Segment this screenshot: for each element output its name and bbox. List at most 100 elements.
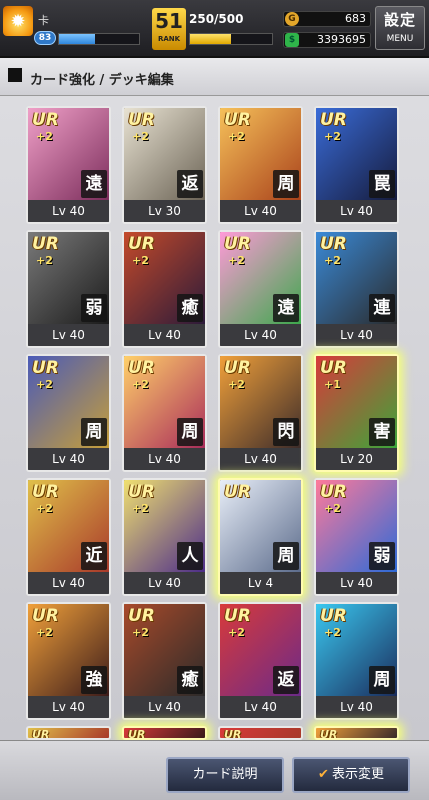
screen-title-bar: カード強化 / デッキ編集 — [0, 58, 429, 96]
card-slot[interactable]: UR +2 強 Lv 40 — [26, 602, 111, 720]
card-level: Lv 40 — [316, 696, 397, 718]
gold-coin-icon: G — [285, 12, 299, 26]
card-skill-kanji: 弱 — [369, 542, 395, 570]
card-rarity: UR — [224, 234, 251, 254]
card-rarity: UR — [128, 358, 155, 378]
display-change-button[interactable]: ✔ 表示変更 — [292, 757, 410, 793]
card-plus-value: +2 — [228, 626, 245, 639]
card-level: Lv 40 — [220, 200, 301, 222]
menu-label: MENU — [386, 34, 414, 44]
rank-number: 51 — [155, 9, 183, 33]
cash-counter: $ 3393695 — [283, 32, 371, 48]
card-slot[interactable]: UR +2 周 Lv 40 — [314, 602, 399, 720]
card-level: Lv 4 — [220, 572, 301, 594]
card-rarity: UR — [320, 110, 347, 130]
card-skill-kanji: 人 — [177, 542, 203, 570]
card-slot[interactable]: UR +2 人 Lv 40 — [122, 478, 207, 596]
card-rarity: UR — [224, 110, 251, 130]
card-plus-value: +2 — [36, 626, 53, 639]
card-rarity: UR — [32, 358, 59, 378]
card-slot[interactable]: UR +2 周 Lv 40 — [26, 354, 111, 472]
card-skill-kanji: 閃 — [273, 418, 299, 446]
card-rarity: UR — [320, 358, 347, 378]
card-rarity: UR — [320, 606, 347, 626]
card-rarity: UR — [224, 606, 251, 626]
card-slot[interactable]: UR +2 近 Lv 40 — [26, 478, 111, 596]
card-rarity: UR — [32, 482, 59, 502]
card-plus-value: +2 — [36, 378, 53, 391]
status-header: ✹ 卡 83 51 RANK 250/500 G 683 $ 3393695 設… — [0, 0, 429, 58]
card-plus-value: +2 — [228, 130, 245, 143]
card-slot[interactable]: UR 周 Lv 4 — [218, 478, 303, 596]
card-slot[interactable]: UR +1 害 Lv 20 — [314, 354, 399, 472]
card-skill-kanji: 癒 — [177, 294, 203, 322]
card-skill-kanji: 罠 — [369, 170, 395, 198]
card-rarity: UR — [320, 482, 347, 502]
card-plus-value: +2 — [132, 130, 149, 143]
menu-kanji: 設定 — [383, 11, 416, 29]
card-description-button[interactable]: カード説明 — [166, 757, 284, 793]
card-plus-value: +2 — [324, 502, 341, 515]
menu-button[interactable]: 設定 MENU — [375, 6, 425, 50]
card-grid[interactable]: UR +2 遠 Lv 40 UR +2 返 Lv 30 UR +2 周 Lv 40 UR +2 罠 Lv 40… — [0, 96, 429, 740]
card-slot[interactable]: UR +2 遠 Lv 40 — [218, 230, 303, 348]
card-skill-kanji: 周 — [369, 666, 395, 694]
card-level: Lv 40 — [28, 200, 109, 222]
exp-bar-fill — [59, 34, 95, 44]
card-level: Lv 40 — [28, 448, 109, 470]
card-slot[interactable]: UR +2 周 Lv 40 — [122, 354, 207, 472]
card-level: Lv 40 — [124, 696, 205, 718]
card-rarity: UR — [128, 606, 155, 626]
gold-counter: G 683 — [283, 11, 371, 27]
gold-value: 683 — [345, 12, 366, 25]
card-skill-kanji: 遠 — [273, 294, 299, 322]
card-skill-kanji: 連 — [369, 294, 395, 322]
card-plus-value: +2 — [324, 626, 341, 639]
card-skill-kanji: 周 — [273, 542, 299, 570]
card-slot[interactable]: UR +2 閃 Lv 40 — [218, 354, 303, 472]
player-level-badge: 83 — [34, 31, 56, 45]
card-skill-kanji: 返 — [273, 666, 299, 694]
card-skill-kanji: 弱 — [81, 294, 107, 322]
bottom-action-bar: カード説明 ✔ 表示変更 — [0, 740, 429, 800]
card-slot[interactable]: UR +2 返 Lv 40 — [218, 602, 303, 720]
card-slot-partial[interactable]: UR — [26, 726, 111, 740]
card-slot[interactable]: UR +2 癒 Lv 40 — [122, 602, 207, 720]
card-slot[interactable]: UR +2 遠 Lv 40 — [26, 106, 111, 224]
card-level: Lv 40 — [124, 572, 205, 594]
card-level: Lv 40 — [220, 448, 301, 470]
card-slot[interactable]: UR +2 癒 Lv 40 — [122, 230, 207, 348]
cash-value: 3393695 — [317, 33, 366, 46]
card-slot[interactable]: UR +2 周 Lv 40 — [218, 106, 303, 224]
check-icon: ✔ — [318, 767, 329, 782]
card-slot[interactable]: UR +2 罠 Lv 40 — [314, 106, 399, 224]
player-name: 卡 — [38, 14, 49, 27]
card-slot[interactable]: UR +2 弱 Lv 40 — [314, 478, 399, 596]
exp-bar — [58, 33, 140, 45]
card-slot[interactable]: UR +2 連 Lv 40 — [314, 230, 399, 348]
card-rarity: UR — [128, 482, 155, 502]
card-slot[interactable]: UR +2 返 Lv 30 — [122, 106, 207, 224]
card-plus-value: +2 — [36, 130, 53, 143]
card-rarity: UR — [224, 358, 251, 378]
card-slot-partial[interactable]: UR — [218, 726, 303, 740]
card-rarity: UR — [32, 728, 50, 740]
card-slot[interactable]: UR +2 弱 Lv 40 — [26, 230, 111, 348]
card-skill-kanji: 害 — [369, 418, 395, 446]
card-plus-value: +2 — [132, 378, 149, 391]
card-level: Lv 30 — [124, 200, 205, 222]
card-level: Lv 40 — [220, 696, 301, 718]
player-avatar[interactable]: ✹ — [3, 6, 33, 36]
card-slot-partial[interactable]: UR — [314, 726, 399, 740]
card-rarity: UR — [128, 728, 146, 740]
card-plus-value: +2 — [228, 378, 245, 391]
card-level: Lv 40 — [28, 324, 109, 346]
card-skill-kanji: 周 — [177, 418, 203, 446]
cash-icon: $ — [285, 33, 299, 47]
card-rarity: UR — [128, 234, 155, 254]
card-skill-kanji: 強 — [81, 666, 107, 694]
card-slot-partial[interactable]: UR — [122, 726, 207, 740]
card-rarity: UR — [128, 110, 155, 130]
card-skill-kanji: 周 — [273, 170, 299, 198]
card-skill-kanji: 遠 — [81, 170, 107, 198]
